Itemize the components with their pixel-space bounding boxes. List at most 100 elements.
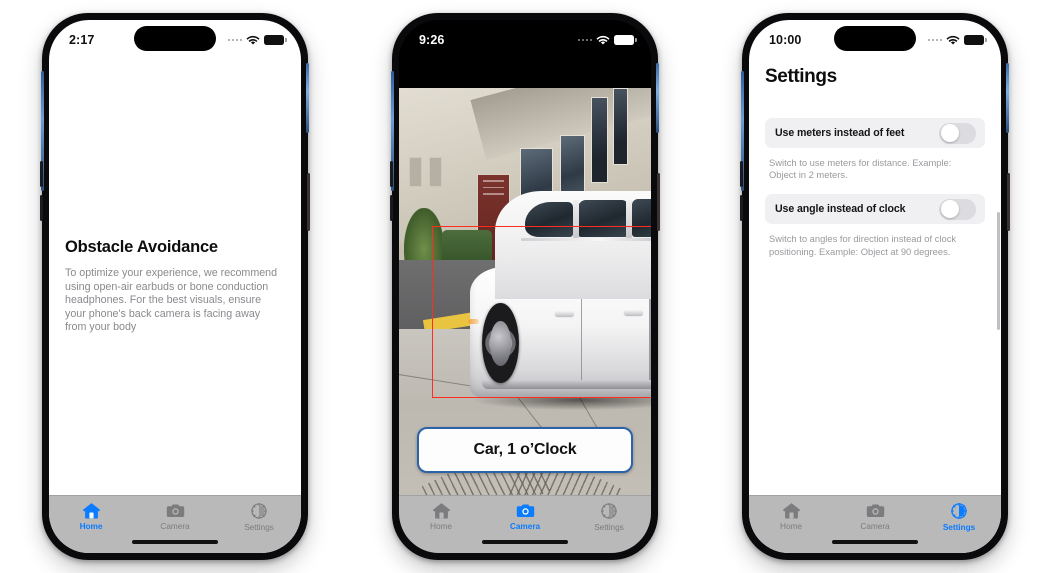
settings-content: Settings Use meters instead of feet Swit…	[749, 60, 1001, 495]
phone-camera-screen: 9:26 Car, 1 o’Clock Home Camera Settings	[399, 20, 651, 553]
battery-icon	[964, 34, 987, 46]
scene-window	[560, 135, 586, 200]
gear-icon	[951, 503, 967, 519]
tab-settings-label: Settings	[942, 522, 976, 532]
wifi-icon	[246, 35, 260, 45]
car-door-handle	[623, 310, 644, 316]
home-icon	[82, 503, 100, 519]
tab-settings-label: Settings	[594, 522, 624, 532]
tab-home[interactable]: Home	[749, 502, 833, 531]
car-rocker-panel	[482, 380, 651, 390]
car-window	[524, 201, 573, 238]
volume-down-button[interactable]	[40, 195, 43, 221]
car-front-wheel	[482, 302, 519, 384]
status-time: 9:26	[419, 33, 445, 47]
tab-settings-label: Settings	[244, 522, 274, 532]
status-icons	[577, 34, 637, 46]
car-c-pillar	[626, 199, 633, 239]
car-window	[631, 198, 651, 238]
car-b-pillar	[572, 199, 580, 239]
status-time: 2:17	[69, 33, 95, 47]
signal-dots-icon	[927, 38, 942, 42]
home-indicator[interactable]	[832, 540, 918, 544]
power-button[interactable]	[657, 173, 660, 231]
home-indicator[interactable]	[482, 540, 568, 544]
tab-camera-label: Camera	[160, 521, 190, 531]
tab-settings[interactable]: Settings	[217, 502, 301, 532]
camera-icon	[166, 504, 184, 517]
dynamic-island	[834, 26, 916, 51]
car-door-handle	[555, 311, 575, 317]
battery-icon	[614, 34, 637, 46]
tab-settings[interactable]: Settings	[567, 502, 651, 532]
scene-wall-panel	[429, 156, 442, 187]
detected-car	[468, 191, 651, 415]
setting-description-meters: Switch to use meters for distance. Examp…	[769, 157, 952, 181]
tab-bar: Home Camera Settings	[749, 495, 1001, 553]
toggle-knob	[940, 200, 959, 219]
scene-wall-panel	[409, 156, 422, 187]
setting-label-meters: Use meters instead of feet	[775, 127, 905, 139]
home-icon	[782, 503, 800, 519]
detection-label: Car, 1 o’Clock	[417, 427, 633, 473]
gear-icon	[601, 503, 617, 519]
status-bar: 9:26	[399, 20, 651, 60]
camera-content: Car, 1 o’Clock	[399, 60, 651, 495]
tab-camera-label: Camera	[509, 521, 541, 531]
tab-home-label: Home	[430, 521, 452, 531]
home-icon	[432, 503, 450, 519]
camera-icon	[866, 504, 884, 517]
toggle-use-angle[interactable]	[939, 198, 976, 220]
tab-home[interactable]: Home	[49, 502, 133, 531]
setting-label-angle: Use angle instead of clock	[775, 203, 906, 216]
gear-icon	[251, 503, 267, 519]
phone-mockup-stage: 2:17 Obstacle Avoidance To optimize your…	[0, 0, 1050, 573]
setting-row-angle[interactable]: Use angle instead of clock	[765, 194, 985, 225]
page-title: Obstacle Avoidance	[65, 238, 218, 256]
power-button[interactable]	[307, 173, 310, 231]
car-headlight	[468, 319, 480, 325]
settings-list: Settings Use meters instead of feet Swit…	[749, 60, 1001, 495]
toggle-use-meters[interactable]	[939, 122, 976, 144]
toggle-knob	[940, 124, 959, 142]
phone-home: 2:17 Obstacle Avoidance To optimize your…	[40, 13, 310, 560]
home-indicator[interactable]	[132, 540, 218, 544]
car-chrome-trim	[521, 238, 651, 241]
tab-settings[interactable]: Settings	[917, 502, 1001, 532]
tab-camera-label: Camera	[860, 521, 890, 531]
tab-camera[interactable]: Camera	[133, 502, 217, 531]
power-button[interactable]	[1007, 173, 1010, 231]
scene-window	[613, 88, 629, 166]
wifi-icon	[946, 35, 960, 45]
camera-icon	[516, 504, 534, 517]
status-icons	[227, 34, 287, 46]
volume-up-button[interactable]	[40, 161, 43, 187]
camera-viewfinder[interactable]: Car, 1 o’Clock	[399, 88, 651, 495]
signal-dots-icon	[227, 38, 242, 42]
setting-row-meters[interactable]: Use meters instead of feet	[765, 118, 985, 148]
volume-down-button[interactable]	[390, 195, 393, 221]
car-greenhouse	[495, 191, 651, 299]
volume-up-button[interactable]	[390, 161, 393, 187]
home-text-block: Obstacle Avoidance To optimize your expe…	[49, 238, 301, 335]
phone-settings: 10:00 Settings Use meters instead of fee…	[740, 13, 1010, 560]
settings-scrollbar[interactable]	[997, 212, 1000, 330]
tab-home-label: Home	[780, 521, 802, 531]
phone-settings-screen: 10:00 Settings Use meters instead of fee…	[749, 20, 1001, 553]
tab-bar: Home Camera Settings	[399, 495, 651, 553]
signal-dots-icon	[577, 38, 592, 42]
tab-bar: Home Camera Settings	[49, 495, 301, 553]
volume-up-button[interactable]	[740, 161, 743, 187]
phone-home-screen: 2:17 Obstacle Avoidance To optimize your…	[49, 20, 301, 553]
phone-camera: 9:26 Car, 1 o’Clock Home Camera Settings	[390, 13, 660, 560]
tab-camera[interactable]: Camera	[833, 502, 917, 531]
car-window	[578, 199, 628, 238]
status-bar: 2:17	[49, 20, 301, 60]
volume-down-button[interactable]	[740, 195, 743, 221]
battery-icon	[264, 34, 287, 46]
detection-label-area: Car, 1 o’Clock	[399, 427, 651, 473]
status-icons	[927, 34, 987, 46]
wifi-icon	[596, 35, 610, 45]
tab-camera[interactable]: Camera	[483, 502, 567, 531]
tab-home[interactable]: Home	[399, 502, 483, 531]
